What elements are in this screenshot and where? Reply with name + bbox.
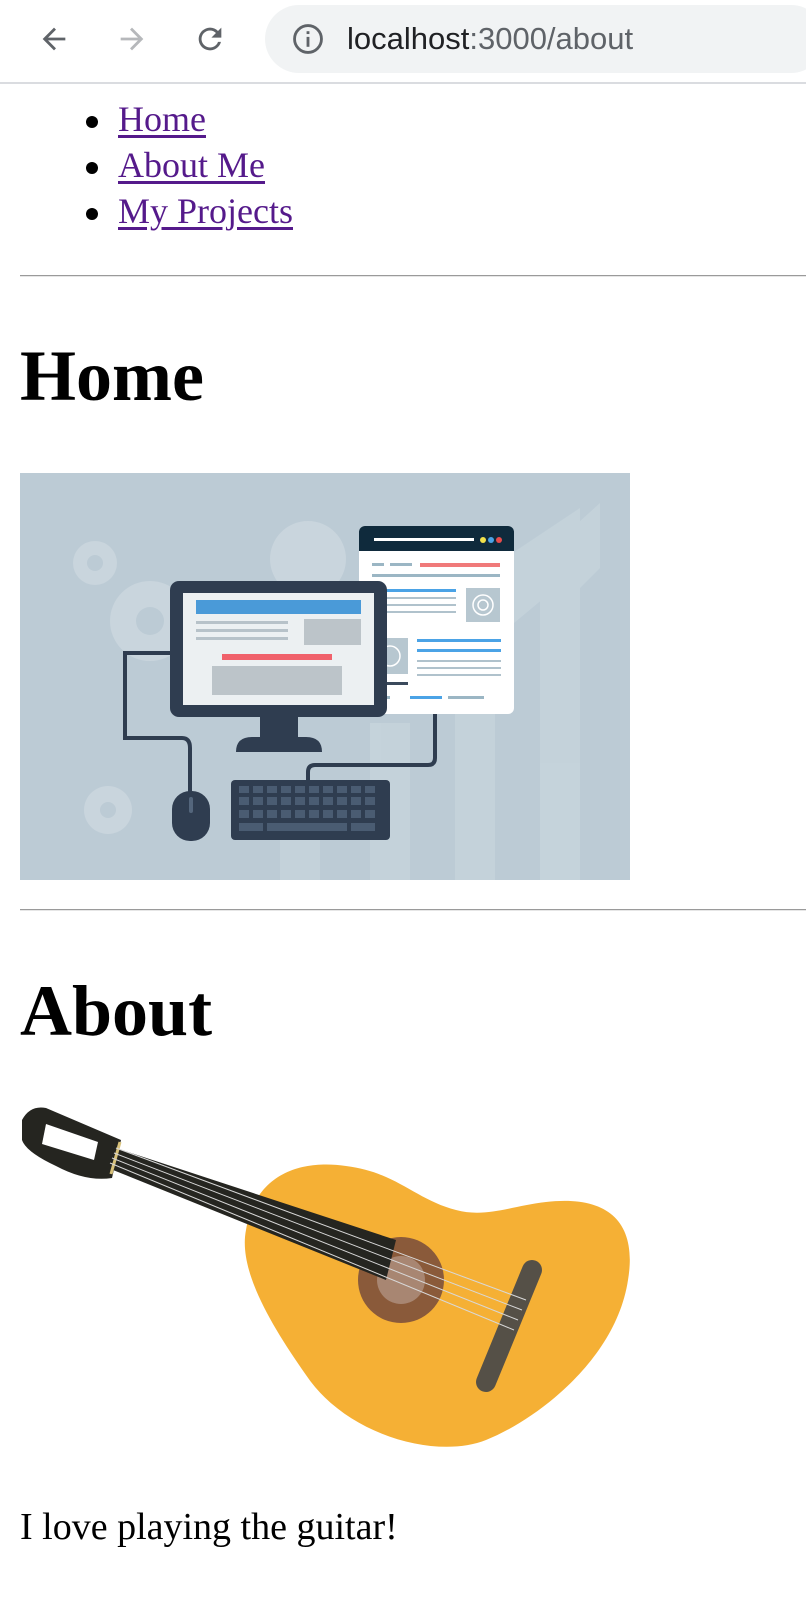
site-nav: Home About Me My Projects — [0, 96, 293, 234]
computer-workstation-illustration — [20, 473, 630, 880]
nav-link-about-me[interactable]: About Me — [118, 145, 265, 185]
reload-button[interactable] — [188, 17, 232, 61]
browser-toolbar: localhost:3000/about — [0, 0, 806, 84]
home-hero-image — [20, 473, 630, 880]
divider-top — [20, 275, 806, 277]
forward-button[interactable] — [110, 17, 154, 61]
nav-item-about: About Me — [0, 142, 293, 188]
info-icon[interactable] — [291, 22, 325, 56]
back-arrow-icon — [42, 27, 66, 51]
url-path: :3000/about — [469, 21, 634, 56]
nav-item-home: Home — [0, 96, 293, 142]
guitar-illustration — [22, 1107, 630, 1447]
url-text: localhost:3000/about — [347, 21, 633, 57]
address-bar[interactable]: localhost:3000/about — [265, 5, 806, 73]
nav-item-projects: My Projects — [0, 188, 293, 234]
reload-icon — [198, 27, 222, 51]
nav-link-home[interactable]: Home — [118, 99, 206, 139]
divider-middle — [20, 909, 806, 911]
about-heading: About — [20, 971, 213, 1051]
back-button[interactable] — [32, 17, 76, 61]
url-host: localhost — [347, 21, 470, 56]
home-heading: Home — [20, 336, 204, 416]
forward-arrow-icon — [120, 27, 144, 51]
about-text: I love playing the guitar! — [20, 1506, 398, 1548]
nav-link-my-projects[interactable]: My Projects — [118, 191, 293, 231]
